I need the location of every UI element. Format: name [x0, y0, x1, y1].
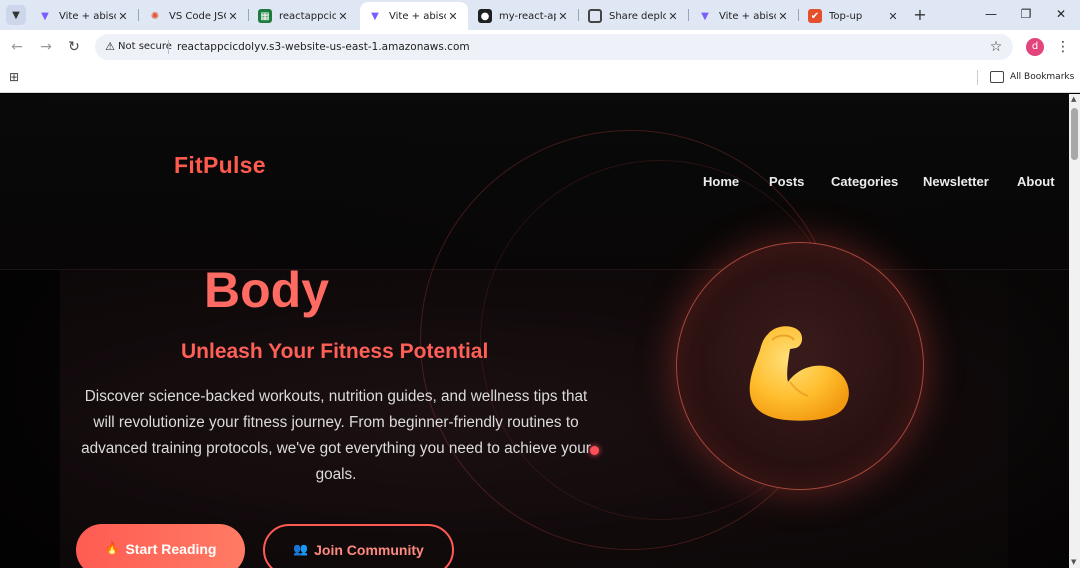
profile-avatar[interactable]: d [1026, 38, 1044, 56]
tab-title: VS Code JSON [169, 10, 226, 22]
reload-icon[interactable]: ↻ [64, 37, 84, 57]
bookmark-star-icon[interactable]: ☆ [987, 38, 1005, 56]
start-reading-label: Start Reading [125, 541, 217, 557]
close-icon[interactable]: ✕ [556, 10, 570, 23]
topup-icon: ✔ [808, 9, 822, 23]
vite-icon: ▼ [41, 10, 49, 22]
scrollbar-thumb[interactable] [1071, 108, 1078, 160]
join-community-label: Join Community [314, 542, 424, 558]
scroll-up-icon[interactable]: ▲ [1071, 96, 1078, 103]
flexed-biceps-icon [749, 326, 849, 421]
tab-strip: ▼ ▼ Vite + abisola ✕ ✺ VS Code JSON ✕ ▦ … [0, 0, 1080, 30]
page-scrollbar[interactable]: ▲ ▼ [1069, 94, 1080, 568]
new-tab-button[interactable]: + [910, 5, 930, 25]
tab-title: Vite + abisola [59, 10, 116, 22]
browser-tab[interactable]: Share deploy ✕ [580, 2, 688, 30]
vite-icon: ▼ [701, 10, 709, 22]
close-icon[interactable]: ✕ [886, 10, 900, 23]
accent-dot [590, 446, 599, 455]
address-bar[interactable]: ⚠ Not secure reactappcicdolyv.s3-website… [95, 34, 1013, 60]
tab-title: Share deploy [609, 10, 666, 22]
url-text[interactable]: reactappcicdolyv.s3-website-us-east-1.am… [177, 41, 470, 53]
tab-title: Vite + abisola [719, 10, 776, 22]
nav-about[interactable]: About [1017, 174, 1055, 189]
tab-title: Vite + abisola [389, 10, 446, 22]
all-bookmarks-link[interactable]: All Bookmarks [1010, 72, 1074, 82]
browser-tab[interactable]: ▼ Vite + abisola ✕ [30, 2, 138, 30]
browser-tab[interactable]: ▼ Vite + abisola ✕ [690, 2, 798, 30]
warning-icon[interactable]: ⚠ [103, 40, 117, 54]
forward-arrow-icon[interactable]: → [36, 37, 56, 57]
close-icon[interactable]: ✕ [666, 10, 680, 23]
scroll-down-icon[interactable]: ▼ [1071, 559, 1078, 566]
restore-icon[interactable]: ❐ [1015, 4, 1037, 24]
page-viewport: FitPulse Home Posts Categories Newslette… [0, 94, 1069, 568]
vite-icon: ▼ [371, 10, 379, 22]
close-icon[interactable]: ✕ [226, 10, 240, 23]
bookmarks-bar: ⊞ All Bookmarks [0, 64, 1080, 93]
nav-newsletter[interactable]: Newsletter [923, 174, 989, 189]
tab-title: Top-up [829, 10, 863, 22]
community-icon: 👥 [293, 542, 309, 556]
tab-title: reactappcicd [279, 10, 336, 22]
window-close-icon[interactable]: ✕ [1050, 4, 1072, 24]
github-icon: ● [478, 9, 492, 23]
hero-title: Body [204, 262, 329, 318]
hero-description: Discover science-backed workouts, nutrit… [81, 388, 591, 483]
menu-kebab-icon[interactable]: ⋮ [1055, 37, 1071, 57]
start-reading-button[interactable]: 🔥 Start Reading [76, 524, 245, 568]
browser-tab[interactable]: ✔ Top-up ✕ [800, 2, 908, 30]
browser-tab-active[interactable]: ▼ Vite + abisola ✕ [360, 2, 468, 30]
nav-categories[interactable]: Categories [831, 174, 898, 189]
share-icon [588, 9, 602, 23]
fire-icon: 🔥 [104, 541, 120, 555]
browser-tab[interactable]: ▦ reactappcicd ✕ [250, 2, 358, 30]
browser-tab[interactable]: ✺ VS Code JSON ✕ [140, 2, 248, 30]
join-community-button[interactable]: 👥 Join Community [263, 524, 454, 568]
apps-grid-icon[interactable]: ⊞ [9, 70, 23, 84]
browser-toolbar: ← → ↻ ⚠ Not secure reactappcicdolyv.s3-w… [0, 30, 1080, 64]
close-icon[interactable]: ✕ [446, 10, 460, 23]
security-label[interactable]: Not secure [118, 41, 172, 52]
browser-tab[interactable]: ● my-react-app ✕ [470, 2, 578, 30]
tab-title: my-react-app [499, 10, 556, 22]
vscode-icon: ✺ [150, 10, 160, 22]
spreadsheet-icon: ▦ [258, 9, 272, 23]
hero-subtitle: Unleash Your Fitness Potential [181, 340, 489, 363]
chevron-down-icon: ▼ [12, 9, 20, 21]
minimize-icon[interactable]: — [980, 4, 1002, 24]
folder-icon[interactable] [990, 71, 1004, 83]
site-logo[interactable]: FitPulse [174, 152, 266, 179]
close-icon[interactable]: ✕ [776, 10, 790, 23]
back-arrow-icon[interactable]: ← [7, 37, 27, 57]
close-icon[interactable]: ✕ [116, 10, 130, 23]
tab-search-button[interactable]: ▼ [6, 5, 26, 25]
close-icon[interactable]: ✕ [336, 10, 350, 23]
